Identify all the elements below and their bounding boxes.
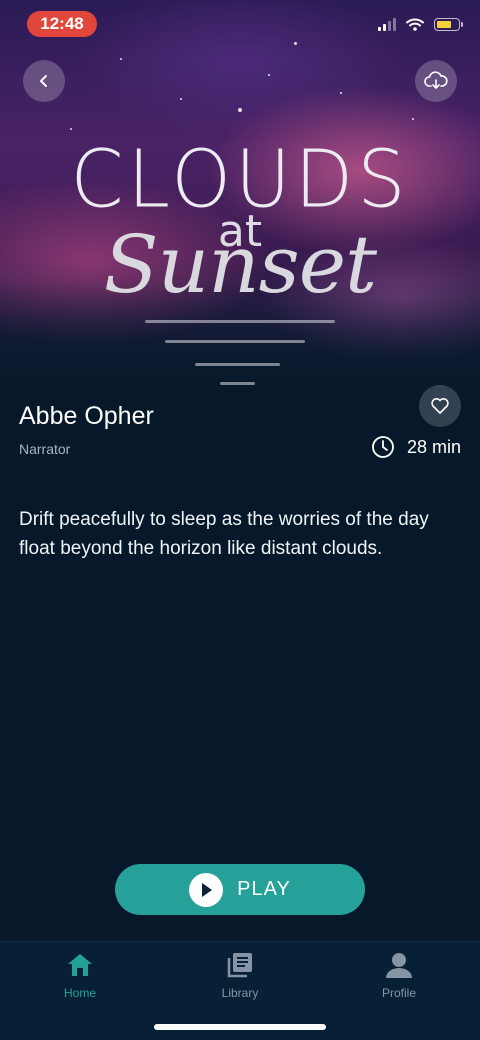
cellular-signal-icon — [378, 18, 396, 31]
wifi-icon — [406, 18, 424, 31]
decorative-line — [220, 382, 255, 385]
back-button[interactable] — [23, 60, 65, 102]
tab-home-label: Home — [63, 986, 96, 1000]
clock-icon — [372, 436, 394, 458]
tab-library[interactable]: Library — [180, 950, 300, 1000]
chevron-left-icon — [40, 75, 47, 87]
narrator-name: Abbe Opher — [19, 402, 154, 430]
story-description: Drift peacefully to sleep as the worries… — [19, 509, 429, 559]
play-label: PLAY — [237, 878, 291, 900]
duration-text: 28 min — [406, 436, 461, 457]
cloud-download-icon — [424, 71, 448, 89]
status-time: 12:48 — [27, 11, 97, 37]
home-indicator[interactable] — [154, 1024, 326, 1030]
narrator-role: Narrator — [19, 441, 71, 457]
cover-title-sunset: Sunset — [103, 218, 377, 311]
favorite-button[interactable] — [419, 385, 461, 427]
decorative-line — [145, 320, 335, 323]
play-icon — [189, 872, 224, 907]
tab-library-label: Library — [221, 986, 259, 1000]
decorative-line — [165, 340, 305, 343]
tab-profile[interactable]: Profile — [339, 950, 459, 1000]
play-button[interactable]: PLAY — [115, 864, 365, 915]
download-button[interactable] — [415, 60, 457, 102]
heart-icon — [431, 398, 449, 414]
battery-icon — [434, 18, 463, 31]
profile-icon — [386, 953, 412, 978]
home-icon — [68, 954, 92, 976]
library-icon — [227, 953, 252, 978]
status-icons — [378, 18, 463, 31]
tab-profile-label: Profile — [381, 986, 416, 1000]
tab-home[interactable]: Home — [20, 950, 140, 1000]
decorative-line — [195, 363, 280, 366]
duration: 28 min — [371, 435, 461, 459]
